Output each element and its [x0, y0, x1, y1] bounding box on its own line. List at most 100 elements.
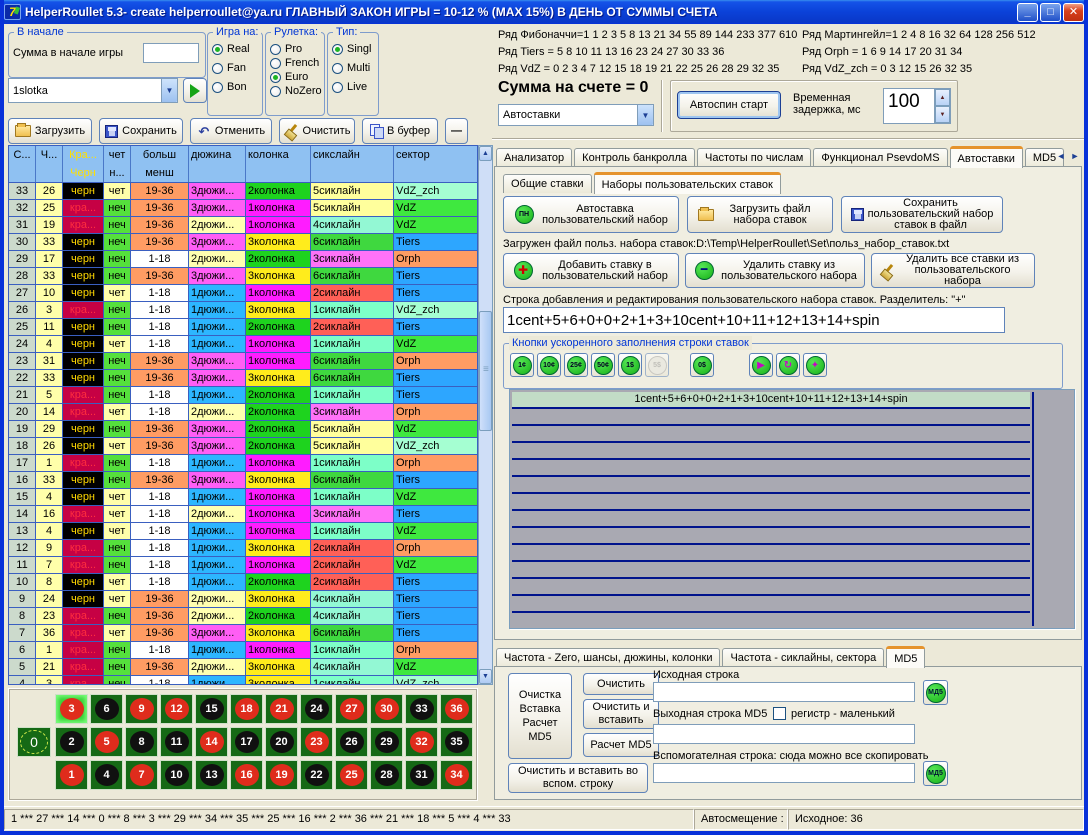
roulette-cell-9[interactable]: 9 [125, 694, 158, 724]
radio-icon[interactable] [212, 82, 223, 93]
roulette-cell-30[interactable]: 30 [370, 694, 403, 724]
column-header[interactable]: менш [131, 164, 189, 182]
quick-action-button[interactable]: ▶ [749, 353, 773, 377]
table-row[interactable]: 108чернчет1-181дюжи...2колонка2сиклайнTi… [9, 574, 477, 591]
column-header[interactable] [36, 164, 63, 182]
quick-bet-button-1d[interactable]: 1$ [618, 353, 642, 377]
table-row[interactable]: 215кра...неч1-181дюжи...2колонка1сиклайн… [9, 387, 477, 404]
bet-set-row-empty[interactable] [512, 613, 1030, 626]
roulette-cell-10[interactable]: 10 [160, 760, 193, 790]
table-row[interactable]: 171кра...неч1-181дюжи...1колонка1сиклайн… [9, 455, 477, 472]
tabs-scroll-right-icon[interactable]: ► [1068, 148, 1082, 164]
freq-tab-частота-zero-шансы-дюжины-колонки[interactable]: Частота - Zero, шансы, дюжины, колонки [496, 648, 720, 667]
start-play-button[interactable] [183, 78, 207, 103]
delete-bet-button[interactable]: ━ Удалить ставку из пользовательского на… [685, 253, 865, 288]
tabs-scroll-left-icon[interactable]: ◄ [1054, 148, 1068, 164]
table-row[interactable]: 134чернчет1-181дюжи...1колонка1сиклайнVd… [9, 523, 477, 540]
tab-функционал-psevdoms[interactable]: Функционал PsevdoMS [813, 148, 947, 167]
column-header[interactable] [246, 164, 311, 182]
roulette-cell-26[interactable]: 26 [335, 727, 368, 757]
quick-bet-button-50c[interactable]: 50¢ [591, 353, 615, 377]
column-header[interactable] [311, 164, 394, 182]
tab-частоты-по-числам[interactable]: Частоты по числам [697, 148, 811, 167]
table-row[interactable]: 43кра...неч1-181дюжи...3колонка1сиклайнV… [9, 676, 477, 685]
radio-option-fan[interactable]: Fan [212, 62, 250, 74]
radio-option-pro[interactable]: Pro [270, 43, 322, 55]
radio-icon[interactable] [212, 44, 223, 55]
table-row[interactable]: 2331черннеч19-363дюжи...1колонка6сиклайн… [9, 353, 477, 370]
roulette-cell-19[interactable]: 19 [265, 760, 298, 790]
autospin-start-button[interactable]: Автоспин старт [677, 91, 781, 119]
chevron-down-icon[interactable]: ▼ [637, 105, 653, 125]
scroll-up-icon[interactable]: ▲ [479, 146, 492, 161]
toolbar-button-очистить[interactable]: Очистить [279, 118, 355, 144]
radio-option-euro[interactable]: Euro [270, 71, 322, 83]
table-row[interactable]: 2917черннеч1-182дюжи...2колонка3сиклайнO… [9, 251, 477, 268]
autobet-set-button[interactable]: ПН Автоставка пользовательский набор [503, 196, 679, 233]
roulette-cell-25[interactable]: 25 [335, 760, 368, 790]
roulette-cell-16[interactable]: 16 [230, 760, 263, 790]
column-header[interactable]: Кра... [63, 146, 104, 164]
scroll-down-icon[interactable]: ▼ [479, 669, 492, 684]
delete-all-bets-button[interactable]: Удалить все ставки из пользовательского … [871, 253, 1035, 288]
roulette-cell-22[interactable]: 22 [300, 760, 333, 790]
toolbar-button-сохранить[interactable]: Сохранить [99, 118, 183, 144]
bet-set-row-empty[interactable] [512, 511, 1030, 528]
roulette-cell-27[interactable]: 27 [335, 694, 368, 724]
source-string-input[interactable] [653, 682, 915, 702]
table-row[interactable]: 1826чернчет19-363дюжи...2колонка5сиклайн… [9, 438, 477, 455]
md5-run-button[interactable]: МД5 [923, 680, 948, 705]
bet-set-row-empty[interactable] [512, 477, 1030, 494]
quick-action-button[interactable]: ✦ [803, 353, 827, 377]
spinner-up-icon[interactable]: ▲ [935, 89, 950, 106]
column-header[interactable]: Черн [63, 164, 104, 182]
column-header[interactable] [189, 164, 246, 182]
tab-контроль-банкролла[interactable]: Контроль банкролла [574, 148, 695, 167]
quick-bet-button-0d[interactable]: 0$ [690, 353, 714, 377]
table-row[interactable]: 2014кра...чет1-182дюжи...2колонка3сиклай… [9, 404, 477, 421]
table-row[interactable]: 1633черннеч19-363дюжи...3колонка6сиклайн… [9, 472, 477, 489]
table-row[interactable]: 3326чернчет19-363дюжи...2колонка5сиклайн… [9, 183, 477, 200]
roulette-cell-20[interactable]: 20 [265, 727, 298, 757]
delay-spinner[interactable]: 100 ▲▼ [883, 88, 951, 124]
bet-set-row[interactable]: 1cent+5+6+0+0+2+1+3+10cent+10+11+12+13+1… [512, 392, 1030, 409]
autobet-combo[interactable]: Автоставки ▼ [498, 104, 654, 126]
roulette-cell-3[interactable]: 3 [55, 694, 88, 724]
roulette-cell-29[interactable]: 29 [370, 727, 403, 757]
chevron-down-icon[interactable]: ▼ [161, 79, 177, 102]
bet-set-row-empty[interactable] [512, 443, 1030, 460]
calc-md5-button[interactable]: Расчет MD5 [583, 733, 659, 757]
column-header[interactable]: сектор [394, 146, 478, 164]
bet-set-row-empty[interactable] [512, 545, 1030, 562]
roulette-cell-36[interactable]: 36 [440, 694, 473, 724]
bet-list-scroll-area[interactable] [1032, 392, 1072, 626]
close-button[interactable]: ✕ [1063, 3, 1084, 22]
table-row[interactable]: 521кра...неч19-362дюжи...3колонка4сиклай… [9, 659, 477, 676]
radio-icon[interactable] [270, 72, 281, 83]
bet-set-list[interactable]: 1cent+5+6+0+0+2+1+3+10cent+10+11+12+13+1… [509, 389, 1075, 629]
column-header[interactable] [394, 164, 478, 182]
quick-bet-button-10c[interactable]: 10¢ [537, 353, 561, 377]
toolbar-button-отменить[interactable]: ↶Отменить [190, 118, 272, 144]
radio-icon[interactable] [212, 63, 223, 74]
table-row[interactable]: 3119кра...неч19-362дюжи...1колонка4сикла… [9, 217, 477, 234]
table-row[interactable]: 2511черннеч1-181дюжи...2колонка2сиклайнT… [9, 319, 477, 336]
roulette-cell-8[interactable]: 8 [125, 727, 158, 757]
roulette-cell-2[interactable]: 2 [55, 727, 88, 757]
quick-bet-button-25c[interactable]: 25¢ [564, 353, 588, 377]
bet-set-row-empty[interactable] [512, 409, 1030, 426]
column-header[interactable]: больш [131, 146, 189, 164]
roulette-cell-21[interactable]: 21 [265, 694, 298, 724]
toolbar-button-minus[interactable]: — [445, 118, 468, 144]
history-table-scrollbar[interactable]: ▲ ▼ [478, 145, 493, 685]
roulette-cell-32[interactable]: 32 [405, 727, 438, 757]
save-set-button[interactable]: Сохранить пользовательский набор ставок … [841, 196, 1003, 233]
bet-set-row-empty[interactable] [512, 579, 1030, 596]
slot-combo[interactable]: 1slotka ▼ [8, 78, 178, 103]
column-header[interactable]: С... [9, 146, 36, 164]
table-row[interactable]: 2233черннеч19-363дюжи...3колонка6сиклайн… [9, 370, 477, 387]
subtab-общие-ставки[interactable]: Общие ставки [503, 174, 592, 193]
spinner-down-icon[interactable]: ▼ [935, 106, 950, 123]
roulette-cell-7[interactable]: 7 [125, 760, 158, 790]
md5-run-aux-button[interactable]: МД5 [923, 761, 948, 786]
